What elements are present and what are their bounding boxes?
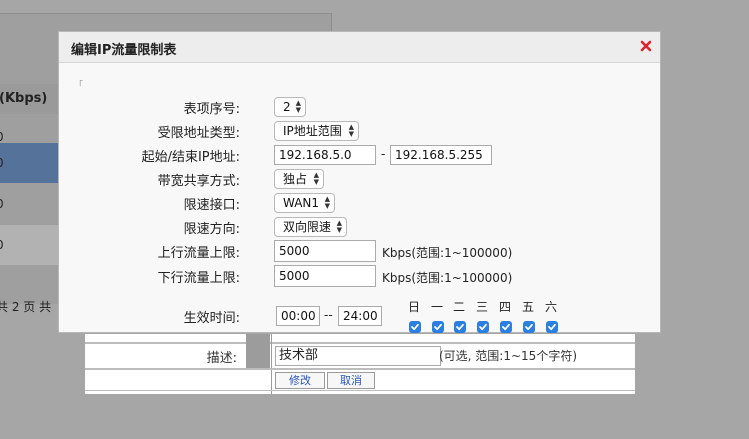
upload-limit-hint: Kbps(范围:1~100000) xyxy=(382,246,513,260)
addr-type-label: 受限地址类型: xyxy=(157,126,240,141)
dialog-titlebar: 编辑IP流量限制表 xyxy=(59,32,660,63)
ip-range-label: 起始/结束IP地址: xyxy=(141,150,240,165)
weekday-label-fri: 五 xyxy=(521,300,534,314)
addr-type-select[interactable]: IP地址范围 ▲ ▼ xyxy=(274,121,359,141)
schedule-separator: -- xyxy=(324,308,333,322)
edit-ip-limit-dialog: 编辑IP流量限制表 「 表项序号: 2 ▲ ▼ 受限地址类型: IP地址范围 ▲ ▼… xyxy=(58,31,661,333)
entry-no-value: 2 xyxy=(283,100,291,114)
addr-type-value: IP地址范围 xyxy=(283,124,342,138)
schedule-start-input[interactable]: 00:00 xyxy=(276,306,320,326)
download-limit-hint: Kbps(范围:1~100000) xyxy=(382,271,513,285)
pager-text: 共 2 页 共 xyxy=(0,300,52,314)
weekday-checkbox-tue[interactable] xyxy=(454,321,466,333)
entry-no-label: 表项序号: xyxy=(183,102,240,117)
upload-limit-input[interactable]: 5000 xyxy=(274,240,376,262)
table-row[interactable]: 0 xyxy=(0,184,58,224)
share-mode-value: 独占 xyxy=(283,172,308,186)
weekday-label-mon: 一 xyxy=(430,300,443,314)
schedule-end-input[interactable]: 24:00 xyxy=(338,306,382,326)
weekday-checkbox-wed[interactable] xyxy=(477,321,489,333)
direction-value: 双向限速 xyxy=(283,220,332,234)
weekday-label-sun: 日 xyxy=(407,300,420,314)
download-limit-input[interactable]: 5000 xyxy=(274,265,376,287)
weekday-checkbox-fri[interactable] xyxy=(523,321,535,333)
dialog-title: 编辑IP流量限制表 xyxy=(71,43,177,58)
description-label: 描述: xyxy=(206,351,237,366)
form-row xyxy=(85,334,635,344)
entry-no-select[interactable]: 2 ▲ ▼ xyxy=(274,97,306,117)
weekday-checkbox-sat[interactable] xyxy=(546,321,558,333)
weekday-checkbox-thu[interactable] xyxy=(500,321,512,333)
corner-mark-icon: 「 xyxy=(74,81,84,91)
updown-arrow-icon: ▲ ▼ xyxy=(348,123,354,138)
share-mode-select[interactable]: 独占 ▲ ▼ xyxy=(274,169,324,189)
weekday-label-wed: 三 xyxy=(475,300,488,314)
end-ip-input[interactable]: 192.168.5.255 xyxy=(390,145,492,165)
column-header: 限(Kbps) xyxy=(0,84,58,114)
description-hint: (可选, 范围:1~15个字符) xyxy=(439,349,577,363)
weekday-label-tue: 二 xyxy=(452,300,465,314)
ip-range-separator: - xyxy=(381,147,386,161)
download-limit-label: 下行流量上限: xyxy=(157,271,240,286)
weekday-checkbox-mon[interactable] xyxy=(432,321,444,333)
interface-label: 限速接口: xyxy=(183,198,240,213)
weekday-checkbox-sun[interactable] xyxy=(409,321,421,333)
table-row-selected[interactable]: 0 xyxy=(0,143,58,183)
modify-button[interactable]: 修改 xyxy=(275,372,325,389)
share-mode-label: 带宽共享方式: xyxy=(157,174,240,189)
dialog-body: 「 表项序号: 2 ▲ ▼ 受限地址类型: IP地址范围 ▲ ▼ 起始/结束IP地址… xyxy=(59,63,660,333)
lower-form: 描述: 技术部 (可选, 范围:1~15个字符) 修改 取消 xyxy=(85,334,635,394)
direction-label: 限速方向: xyxy=(183,222,240,237)
interface-select[interactable]: WAN1 ▲ ▼ xyxy=(274,193,335,213)
table-row[interactable]: 0 xyxy=(0,225,58,265)
upload-limit-label: 上行流量上限: xyxy=(157,246,240,261)
updown-arrow-icon: ▲ ▼ xyxy=(295,99,301,114)
updown-arrow-icon: ▲ ▼ xyxy=(313,171,319,186)
start-ip-input[interactable]: 192.168.5.0 xyxy=(274,145,376,165)
schedule-label: 生效时间: xyxy=(183,311,240,326)
updown-arrow-icon: ▲ ▼ xyxy=(336,219,342,234)
direction-select[interactable]: 双向限速 ▲ ▼ xyxy=(274,217,347,237)
description-input[interactable]: 技术部 xyxy=(275,346,441,366)
updown-arrow-icon: ▲ ▼ xyxy=(324,195,330,210)
cancel-button[interactable]: 取消 xyxy=(327,372,375,389)
interface-value: WAN1 xyxy=(283,196,320,210)
close-icon[interactable] xyxy=(640,40,652,52)
weekday-label-sat: 六 xyxy=(544,300,557,314)
weekday-label-thu: 四 xyxy=(498,300,511,314)
